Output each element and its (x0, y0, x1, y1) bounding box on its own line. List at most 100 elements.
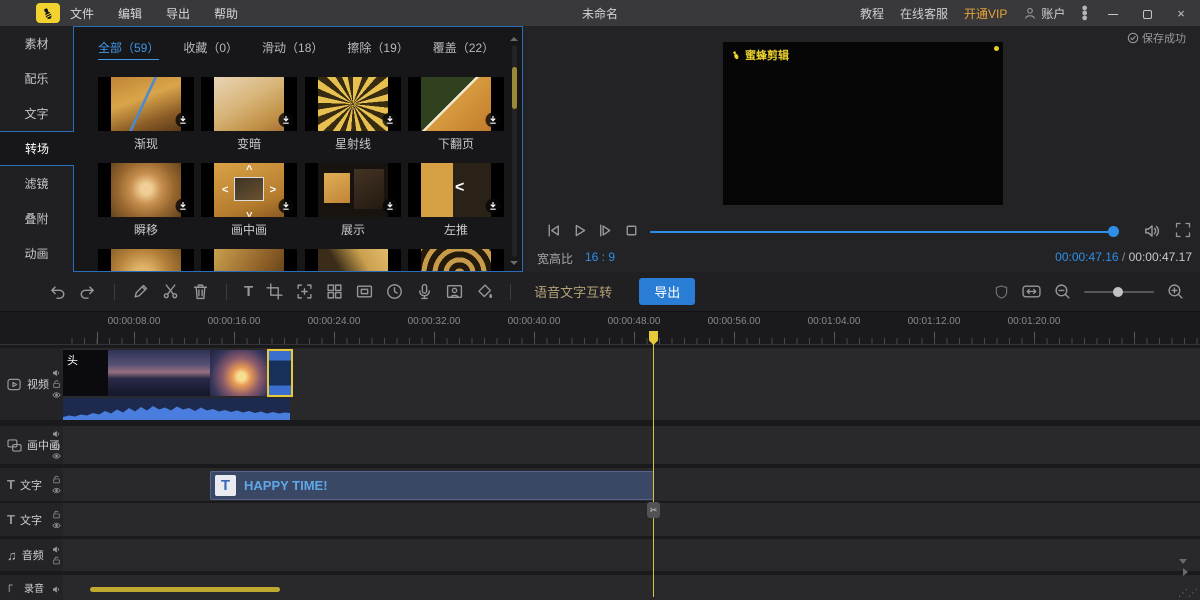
download-icon[interactable] (278, 198, 294, 214)
record-mic-icon[interactable] (416, 283, 433, 300)
panel-scrollbar[interactable] (512, 45, 517, 257)
edit-pencil-icon[interactable] (132, 283, 149, 300)
speech-to-text-button[interactable]: 语音文字互转 (534, 282, 612, 301)
vip-link[interactable]: 开通VIP (964, 5, 1007, 22)
video-clip-title-segment[interactable]: 头 (63, 350, 108, 396)
video-clip-thumbnail[interactable] (108, 350, 210, 396)
track-audio-header[interactable]: ♫音频 (0, 539, 63, 571)
prev-frame-button[interactable] (545, 222, 562, 239)
scroll-up-icon[interactable] (510, 37, 518, 41)
mute-track-icon[interactable] (52, 585, 61, 594)
track-recording-header[interactable]: 录音 (0, 575, 63, 600)
online-support-link[interactable]: 在线客服 (900, 5, 948, 22)
playhead-split-handle[interactable]: ✂ (647, 502, 660, 518)
duration-clock-icon[interactable] (386, 283, 403, 300)
lock-track-icon[interactable] (52, 475, 61, 484)
fit-timeline-icon[interactable] (1022, 284, 1041, 299)
lock-track-icon[interactable] (52, 441, 61, 450)
delete-trash-icon[interactable] (192, 283, 209, 300)
sidebar-item-overlays[interactable]: 叠附 (0, 201, 73, 236)
transition-thumbnail[interactable] (305, 77, 401, 131)
transition-thumbnail[interactable] (201, 249, 297, 272)
zoom-out-icon[interactable] (1054, 283, 1071, 300)
sidebar-item-animation[interactable]: 动画 (0, 236, 73, 271)
aspect-ratio-value[interactable]: 16 : 9 (585, 250, 615, 264)
timeline-zoom-slider[interactable] (1084, 287, 1154, 297)
crop-icon[interactable] (266, 283, 283, 300)
sidebar-item-music[interactable]: 配乐 (0, 61, 73, 96)
resize-grip[interactable]: ⋰⋰ (1178, 590, 1198, 598)
download-icon[interactable] (382, 112, 398, 128)
download-icon[interactable] (382, 198, 398, 214)
play-button[interactable] (571, 222, 588, 239)
seek-bar[interactable] (650, 231, 1117, 233)
more-menu-icon[interactable]: ●●● (1081, 6, 1088, 21)
preview-canvas[interactable]: 蜜蜂剪辑 (723, 42, 1003, 205)
tab-all[interactable]: 全部（59） (98, 39, 159, 60)
zoom-in-icon[interactable] (1167, 283, 1184, 300)
hide-track-icon[interactable] (52, 521, 61, 530)
transition-thumbnail[interactable] (201, 77, 297, 131)
lock-track-icon[interactable] (52, 380, 61, 389)
undo-icon[interactable] (48, 283, 66, 301)
audio-waveform[interactable] (63, 398, 290, 420)
sidebar-item-text[interactable]: 文字 (0, 96, 73, 131)
hide-track-icon[interactable] (52, 486, 61, 495)
transition-thumbnail[interactable] (98, 163, 194, 217)
download-icon[interactable] (175, 198, 191, 214)
transition-thumbnail[interactable] (98, 77, 194, 131)
transition-thumbnail[interactable]: < (408, 163, 504, 217)
download-icon[interactable] (485, 198, 501, 214)
horizontal-scrollbar[interactable] (90, 587, 280, 592)
mute-track-icon[interactable] (52, 430, 61, 439)
scroll-down-icon[interactable] (510, 261, 518, 265)
tab-wipe[interactable]: 擦除（19） (347, 39, 408, 60)
scroll-down-icon[interactable] (1179, 559, 1187, 564)
track-pip-header[interactable]: 画中画 (0, 426, 63, 464)
lock-track-icon[interactable] (52, 510, 61, 519)
download-icon[interactable] (278, 112, 294, 128)
track-video-header[interactable]: 视频 (0, 348, 63, 420)
export-button[interactable]: 导出 (639, 278, 695, 305)
hide-track-icon[interactable] (52, 391, 61, 400)
mute-track-icon[interactable] (52, 545, 61, 554)
transition-thumbnail[interactable] (408, 249, 504, 272)
tab-cover[interactable]: 覆盖（22） (433, 39, 494, 60)
track-text-header[interactable]: T文字 (0, 468, 63, 501)
mosaic-icon[interactable] (326, 283, 343, 300)
transition-thumbnail[interactable] (408, 77, 504, 131)
zoom-slider-handle[interactable] (1113, 287, 1123, 297)
transition-thumbnail[interactable] (305, 249, 401, 272)
scroll-right-icon[interactable] (1183, 568, 1188, 576)
overlay-icon[interactable] (356, 283, 373, 300)
maximize-button[interactable] (1138, 6, 1156, 21)
download-icon[interactable] (175, 112, 191, 128)
sidebar-item-media[interactable]: 素材 (0, 26, 73, 61)
style-paint-icon[interactable] (476, 283, 493, 300)
text-tool-icon[interactable]: T (244, 284, 253, 300)
seek-handle[interactable] (1108, 226, 1119, 237)
sidebar-item-transitions[interactable]: 转场 (0, 131, 74, 166)
sidebar-item-filters[interactable]: 滤镜 (0, 166, 73, 201)
zoom-crop-icon[interactable] (296, 283, 313, 300)
redo-icon[interactable] (79, 283, 97, 301)
stop-button[interactable] (623, 222, 640, 239)
tab-favorites[interactable]: 收藏（0） (183, 39, 238, 60)
transition-thumbnail[interactable]: <> ^^ (201, 163, 297, 217)
selected-transition-clip[interactable] (267, 349, 293, 397)
transition-thumbnail[interactable] (305, 163, 401, 217)
tutorial-link[interactable]: 教程 (860, 5, 884, 22)
account-button[interactable]: 账户 (1023, 5, 1065, 22)
split-scissors-icon[interactable] (162, 283, 179, 300)
video-clip-thumbnail[interactable] (210, 350, 267, 396)
hide-track-icon[interactable] (52, 452, 61, 461)
panel-scrollbar-thumb[interactable] (512, 67, 517, 109)
volume-icon[interactable] (1143, 222, 1161, 240)
fullscreen-icon[interactable] (1175, 222, 1191, 238)
mute-track-icon[interactable] (52, 369, 61, 378)
text-clip[interactable]: T HAPPY TIME! (210, 471, 654, 500)
minimize-button[interactable] (1104, 6, 1122, 21)
transition-thumbnail[interactable] (98, 249, 194, 272)
track-text-header[interactable]: T文字 (0, 503, 63, 536)
close-button[interactable]: × (1172, 6, 1190, 21)
